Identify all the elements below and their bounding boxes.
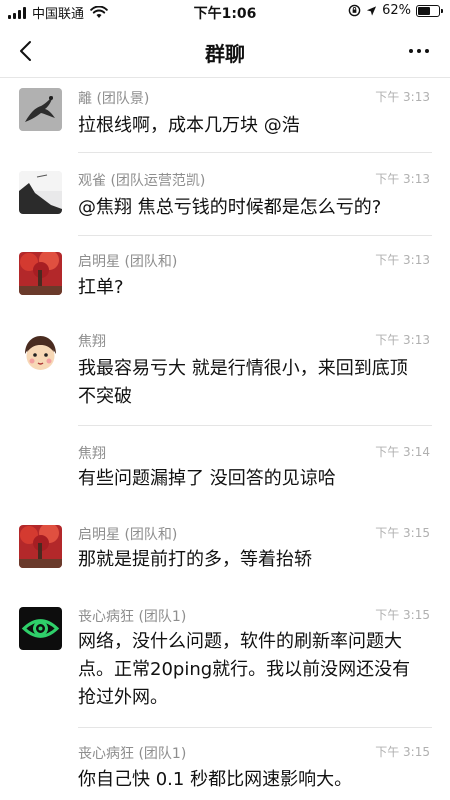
divider [78, 425, 432, 426]
sender-name: 观雀 (团队运营范凯) [78, 173, 206, 189]
message-text: 那就是提前打的多，等着抬轿 [78, 549, 312, 570]
more-dot [417, 49, 421, 53]
sender-name: 離 (团队景) [78, 91, 150, 107]
message-time: 下午 3:15 [375, 608, 430, 622]
location-icon [367, 5, 377, 16]
sender-name: 焦翔 [78, 334, 106, 350]
battery-fill [418, 6, 431, 15]
sender-name: 启明星 (团队和) [78, 254, 178, 270]
sender-name: 丧心病狂 (团队1) [78, 746, 187, 762]
divider [78, 727, 432, 728]
message-time: 下午 3:13 [375, 172, 430, 186]
sender-name: 丧心病狂 (团队1) [78, 609, 187, 625]
sender-name: 启明星 (团队和) [78, 527, 178, 543]
green-eye-avatar[interactable] [19, 607, 62, 650]
message-time: 下午 3:14 [375, 445, 430, 459]
message-time: 下午 3:13 [375, 333, 430, 347]
message-text: @焦翔 焦总亏钱的时候都是怎么亏的? [78, 197, 382, 218]
landscape-avatar[interactable] [19, 171, 62, 214]
battery-icon [416, 4, 443, 17]
message-list[interactable]: 離 (团队景) 下午 3:13 拉根线啊，成本几万块 @浩 观雀 (团队运营范凯… [0, 79, 450, 800]
message-text: 拉根线啊，成本几万块 @浩 [78, 115, 300, 136]
message-time: 下午 3:15 [375, 745, 430, 759]
message-time: 下午 3:13 [375, 253, 430, 267]
rotation-lock-icon [348, 4, 361, 17]
divider [78, 235, 432, 236]
message-text: 我最容易亏大 就是行情很小，来回到底顶 不突破 [78, 358, 408, 407]
battery-percent: 62% [382, 3, 411, 18]
page-title: 群聊 [205, 42, 245, 66]
message-time: 下午 3:13 [375, 90, 430, 104]
message-time: 下午 3:15 [375, 526, 430, 540]
cartoon-face-avatar[interactable] [19, 332, 62, 375]
divider [78, 152, 432, 153]
message-text: 有些问题漏掉了 没回答的见谅哈 [78, 468, 336, 489]
red-tree-avatar[interactable] [19, 252, 62, 295]
message-text: 扛单? [78, 277, 124, 298]
more-dots-icon [409, 49, 413, 53]
message-text: 你自己快 0.1 秒都比网速影响大。 [78, 769, 353, 790]
sender-name: 焦翔 [78, 446, 106, 462]
status-bar: 中国联通 下午1:06 62% [0, 0, 450, 24]
red-tree-avatar[interactable] [19, 525, 62, 568]
more-button[interactable] [404, 38, 434, 64]
message-text: 网络，没什么问题，软件的刷新率问题大点。正常20ping就行。我以前没网还没有抢… [78, 631, 411, 708]
more-dot [425, 49, 429, 53]
nav-bar: 群聊 [0, 24, 450, 78]
dragon-avatar[interactable] [19, 88, 62, 131]
